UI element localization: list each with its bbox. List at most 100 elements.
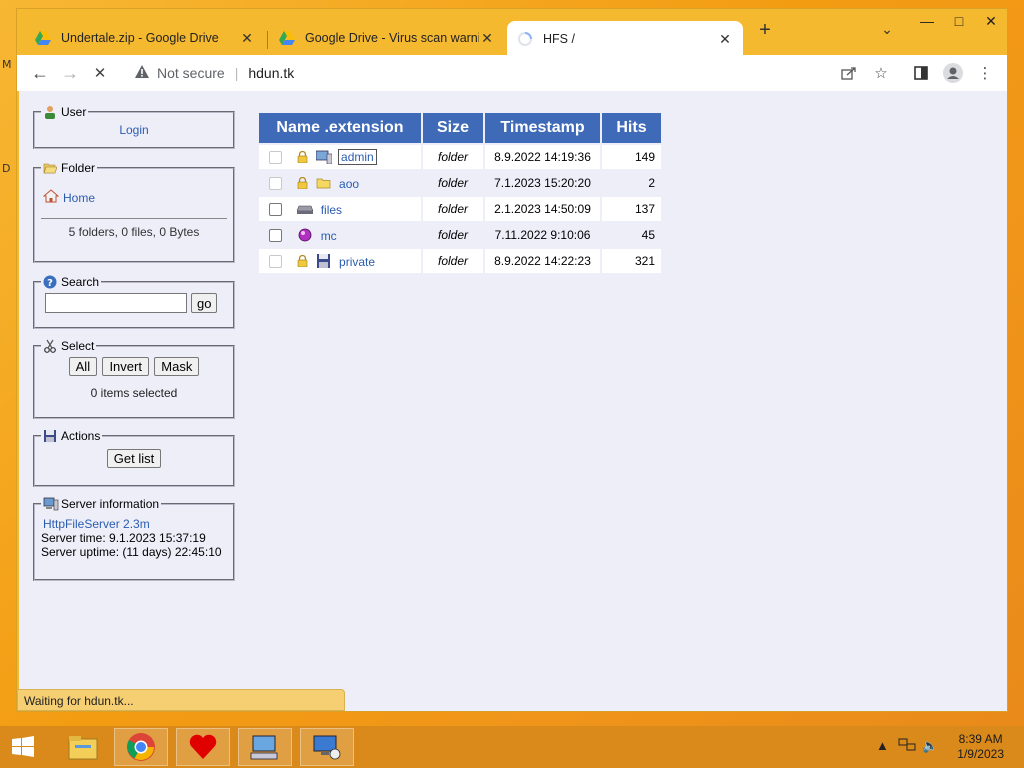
- home-link[interactable]: Home: [63, 191, 95, 205]
- windows-start-icon[interactable]: [0, 728, 46, 766]
- folder-summary: 5 folders, 0 files, 0 Bytes: [68, 225, 200, 239]
- network-icon[interactable]: [898, 738, 916, 755]
- tab-virus-scan-warning[interactable]: Google Drive - Virus scan warnin ✕: [269, 21, 505, 55]
- side-panel-icon[interactable]: [907, 59, 935, 87]
- share-icon[interactable]: [835, 59, 863, 87]
- timestamp-cell: 2.1.2023 14:50:09: [485, 197, 600, 221]
- tray-expand-icon[interactable]: ▲: [876, 738, 889, 753]
- user-panel-legend: User: [41, 105, 88, 119]
- folder-panel-legend: Folder: [41, 161, 97, 175]
- row-checkbox[interactable]: [269, 176, 282, 190]
- column-header-timestamp[interactable]: Timestamp: [485, 113, 600, 143]
- search-go-button[interactable]: go: [191, 293, 218, 313]
- browser-window: — □ ✕ Undertale.zip - Google Drive ✕ Goo…: [16, 8, 1008, 712]
- folder-panel: Folder Home 5 folders, 0 files, 0 Bytes: [33, 161, 235, 263]
- actions-panel: Actions Get list: [33, 429, 235, 487]
- close-tab-icon[interactable]: ✕: [239, 30, 255, 47]
- table-row: files folder 2.1.2023 14:50:09 137: [259, 197, 661, 221]
- clock-time: 8:39 AM: [958, 732, 1003, 746]
- forward-button[interactable]: →: [55, 58, 85, 88]
- row-checkbox[interactable]: [269, 202, 282, 216]
- search-legend-text: Search: [61, 275, 100, 289]
- row-checkbox[interactable]: [269, 254, 282, 268]
- floppy-icon: [316, 254, 332, 269]
- table-row: admin folder 8.9.2022 14:19:36 149: [259, 145, 661, 169]
- user-legend-text: User: [61, 105, 87, 119]
- httpfileserver-link[interactable]: HttpFileServer 2.3m: [43, 517, 150, 531]
- close-tab-icon[interactable]: ✕: [717, 31, 733, 48]
- column-header-size[interactable]: Size: [423, 113, 483, 143]
- star-icon[interactable]: ☆: [867, 59, 895, 87]
- taskbar: ▲ 🔈 8:39 AM 1/9/2023: [0, 726, 1024, 768]
- hits-cell: 45: [602, 223, 661, 247]
- network-computer-icon[interactable]: [238, 728, 292, 766]
- folder-link-private[interactable]: private: [339, 254, 375, 268]
- folder-icon: [316, 176, 332, 190]
- row-checkbox[interactable]: [269, 150, 282, 164]
- floppy-icon: [43, 429, 57, 443]
- tab-search-button[interactable]: ⌄: [875, 21, 899, 38]
- computer-folder-icon: [315, 150, 332, 165]
- omnibox-divider: |: [234, 65, 239, 81]
- search-panel: ? Search go: [33, 275, 235, 329]
- tab-undertale-drive[interactable]: Undertale.zip - Google Drive ✕: [25, 21, 265, 55]
- table-header-row: Name .extension Size Timestamp Hits: [259, 113, 661, 143]
- size-cell: folder: [423, 197, 483, 221]
- timestamp-cell: 8.9.2022 14:22:23: [485, 249, 600, 273]
- hits-cell: 137: [602, 197, 661, 221]
- security-label[interactable]: Not secure: [157, 65, 225, 81]
- tab-hfs[interactable]: HFS / ✕: [507, 21, 743, 57]
- server-legend-text: Server information: [61, 497, 160, 511]
- row-checkbox[interactable]: [269, 228, 282, 242]
- url-text[interactable]: hdun.tk: [248, 65, 294, 81]
- new-tab-button[interactable]: +: [753, 19, 777, 42]
- close-tab-icon[interactable]: ✕: [479, 30, 495, 47]
- address-bar[interactable]: Not secure | hdun.tk: [125, 59, 895, 87]
- login-link[interactable]: Login: [119, 123, 148, 137]
- folder-link-files[interactable]: files: [321, 202, 342, 216]
- table-row: private folder 8.9.2022 14:22:23 321: [259, 249, 661, 273]
- size-cell: folder: [423, 249, 483, 273]
- volume-icon[interactable]: 🔈: [922, 738, 938, 754]
- undertale-heart-icon[interactable]: [176, 728, 230, 766]
- table-row: mc folder 7.11.2022 9:10:06 45: [259, 223, 661, 247]
- user-icon: [43, 105, 57, 119]
- invert-selection-button[interactable]: Invert: [102, 357, 149, 376]
- clock-date: 1/9/2023: [957, 747, 1004, 761]
- timestamp-cell: 8.9.2022 14:19:36: [485, 145, 600, 169]
- server-computer-icon: [43, 497, 59, 511]
- user-panel: User Login: [33, 105, 235, 149]
- stop-loading-button[interactable]: ✕: [85, 58, 115, 88]
- file-explorer-icon[interactable]: [56, 728, 110, 766]
- folder-link-admin[interactable]: admin: [338, 149, 377, 166]
- google-drive-icon: [35, 30, 51, 46]
- browser-toolbar: ← → ✕ Not secure | hdun.tk ☆ ⋮: [17, 55, 1007, 91]
- profile-icon[interactable]: [939, 59, 967, 87]
- remote-desktop-icon[interactable]: [300, 728, 354, 766]
- select-all-button[interactable]: All: [68, 357, 98, 376]
- search-input[interactable]: [45, 293, 187, 313]
- folder-link-mc[interactable]: mc: [321, 228, 337, 242]
- chrome-icon[interactable]: [114, 728, 168, 766]
- menu-icon[interactable]: ⋮: [971, 59, 999, 87]
- hits-cell: 321: [602, 249, 661, 273]
- column-header-name[interactable]: Name .extension: [259, 113, 421, 143]
- hits-cell: 2: [602, 171, 661, 195]
- mask-button[interactable]: Mask: [154, 357, 200, 376]
- column-header-hits[interactable]: Hits: [602, 113, 661, 143]
- desktop-edge-label: D: [2, 162, 11, 175]
- select-legend-text: Select: [61, 339, 95, 353]
- name-cell: private: [259, 249, 421, 273]
- get-list-button[interactable]: Get list: [106, 449, 162, 468]
- page-content: User Login Folder Home 5 folders, 0 file…: [19, 91, 1007, 711]
- name-cell: admin: [259, 145, 421, 169]
- server-panel-legend: Server information: [41, 497, 161, 511]
- tab-divider: [267, 31, 268, 49]
- taskbar-clock[interactable]: 8:39 AM 1/9/2023: [957, 732, 1004, 762]
- open-folder-icon: [43, 161, 58, 175]
- back-button[interactable]: ←: [25, 58, 55, 88]
- tab-strip: Undertale.zip - Google Drive ✕ Google Dr…: [17, 19, 1007, 57]
- loading-status-bubble: Waiting for hdun.tk...: [17, 689, 345, 711]
- tab-title: Google Drive - Virus scan warnin: [305, 31, 479, 45]
- folder-link-aoo[interactable]: aoo: [339, 176, 359, 190]
